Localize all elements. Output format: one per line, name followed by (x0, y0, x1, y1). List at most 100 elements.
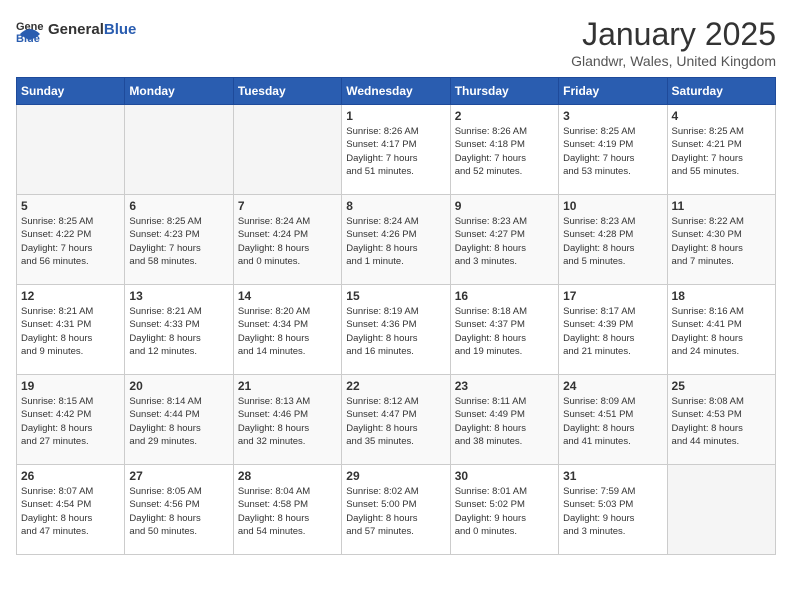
calendar-cell: 9Sunrise: 8:23 AM Sunset: 4:27 PM Daylig… (450, 195, 558, 285)
day-info: Sunrise: 8:21 AM Sunset: 4:33 PM Dayligh… (129, 305, 228, 358)
day-info: Sunrise: 8:25 AM Sunset: 4:21 PM Dayligh… (672, 125, 771, 178)
day-info: Sunrise: 8:14 AM Sunset: 4:44 PM Dayligh… (129, 395, 228, 448)
day-info: Sunrise: 8:26 AM Sunset: 4:18 PM Dayligh… (455, 125, 554, 178)
title-area: January 2025 Glandwr, Wales, United King… (571, 16, 776, 69)
calendar-cell: 22 Sunrise: 8:12 AM Sunset: 4:47 PM Dayli… (342, 375, 450, 465)
day-info: Sunrise: 8:08 AM Sunset: 4:53 PM Dayligh… (672, 395, 771, 448)
calendar-cell: 5 Sunrise: 8:25 AM Sunset: 4:22 PM Daylig… (17, 195, 125, 285)
calendar-cell: 31 Sunrise: 7:59 AM Sunset: 5:03 PM Dayli… (559, 465, 667, 555)
day-number: 23 (455, 379, 554, 393)
calendar-table: SundayMondayTuesdayWednesdayThursdayFrid… (16, 77, 776, 555)
calendar-title: January 2025 (571, 16, 776, 53)
calendar-body: 1 Sunrise: 8:26 AM Sunset: 4:17 PM Daylig… (17, 105, 776, 555)
calendar-cell: 16 Sunrise: 8:18 AM Sunset: 4:37 PM Dayli… (450, 285, 558, 375)
calendar-cell: 19 Sunrise: 8:15 AM Sunset: 4:42 PM Dayli… (17, 375, 125, 465)
day-number: 15 (346, 289, 445, 303)
day-number: 5 (21, 199, 120, 213)
day-number: 6 (129, 199, 228, 213)
weekday-header: Saturday (667, 78, 775, 105)
calendar-cell (233, 105, 341, 195)
calendar-header: SundayMondayTuesdayWednesdayThursdayFrid… (17, 78, 776, 105)
calendar-cell (125, 105, 233, 195)
day-info: Sunrise: 8:24 AM Sunset: 4:26 PM Dayligh… (346, 215, 445, 268)
calendar-cell: 6 Sunrise: 8:25 AM Sunset: 4:23 PM Daylig… (125, 195, 233, 285)
day-number: 4 (672, 109, 771, 123)
day-number: 22 (346, 379, 445, 393)
day-info: Sunrise: 8:26 AM Sunset: 4:17 PM Dayligh… (346, 125, 445, 178)
day-info: Sunrise: 8:09 AM Sunset: 4:51 PM Dayligh… (563, 395, 662, 448)
calendar-cell: 28 Sunrise: 8:04 AM Sunset: 4:58 PM Dayli… (233, 465, 341, 555)
day-info: Sunrise: 8:23 AM Sunset: 4:28 PM Dayligh… (563, 215, 662, 268)
day-number: 17 (563, 289, 662, 303)
calendar-cell (667, 465, 775, 555)
calendar-cell: 26Sunrise: 8:07 AM Sunset: 4:54 PM Dayli… (17, 465, 125, 555)
calendar-subtitle: Glandwr, Wales, United Kingdom (571, 53, 776, 69)
calendar-cell: 10Sunrise: 8:23 AM Sunset: 4:28 PM Dayli… (559, 195, 667, 285)
calendar-cell: 15 Sunrise: 8:19 AM Sunset: 4:36 PM Dayli… (342, 285, 450, 375)
svg-text:Blue: Blue (16, 33, 40, 44)
weekday-header: Tuesday (233, 78, 341, 105)
day-number: 1 (346, 109, 445, 123)
day-number: 30 (455, 469, 554, 483)
calendar-cell: 29Sunrise: 8:02 AM Sunset: 5:00 PM Dayli… (342, 465, 450, 555)
day-info: Sunrise: 8:25 AM Sunset: 4:22 PM Dayligh… (21, 215, 120, 268)
calendar-cell: 2 Sunrise: 8:26 AM Sunset: 4:18 PM Daylig… (450, 105, 558, 195)
weekday-header: Sunday (17, 78, 125, 105)
day-number: 8 (346, 199, 445, 213)
day-info: Sunrise: 8:12 AM Sunset: 4:47 PM Dayligh… (346, 395, 445, 448)
calendar-cell: 20Sunrise: 8:14 AM Sunset: 4:44 PM Dayli… (125, 375, 233, 465)
day-info: Sunrise: 8:19 AM Sunset: 4:36 PM Dayligh… (346, 305, 445, 358)
day-info: Sunrise: 8:13 AM Sunset: 4:46 PM Dayligh… (238, 395, 337, 448)
calendar-cell: 1 Sunrise: 8:26 AM Sunset: 4:17 PM Daylig… (342, 105, 450, 195)
calendar-week-row: 5 Sunrise: 8:25 AM Sunset: 4:22 PM Daylig… (17, 195, 776, 285)
logo-blue-text: Blue (104, 21, 137, 38)
day-number: 28 (238, 469, 337, 483)
calendar-cell: 8 Sunrise: 8:24 AM Sunset: 4:26 PM Daylig… (342, 195, 450, 285)
day-info: Sunrise: 8:04 AM Sunset: 4:58 PM Dayligh… (238, 485, 337, 538)
day-info: Sunrise: 8:21 AM Sunset: 4:31 PM Dayligh… (21, 305, 120, 358)
day-number: 27 (129, 469, 228, 483)
day-info: Sunrise: 8:18 AM Sunset: 4:37 PM Dayligh… (455, 305, 554, 358)
day-info: Sunrise: 8:25 AM Sunset: 4:23 PM Dayligh… (129, 215, 228, 268)
day-number: 29 (346, 469, 445, 483)
logo-general-text: General (48, 21, 104, 38)
calendar-cell: 4 Sunrise: 8:25 AM Sunset: 4:21 PM Daylig… (667, 105, 775, 195)
day-number: 9 (455, 199, 554, 213)
day-info: Sunrise: 7:59 AM Sunset: 5:03 PM Dayligh… (563, 485, 662, 538)
day-number: 14 (238, 289, 337, 303)
day-number: 31 (563, 469, 662, 483)
calendar-cell: 14Sunrise: 8:20 AM Sunset: 4:34 PM Dayli… (233, 285, 341, 375)
day-number: 11 (672, 199, 771, 213)
day-info: Sunrise: 8:15 AM Sunset: 4:42 PM Dayligh… (21, 395, 120, 448)
calendar-cell: 3Sunrise: 8:25 AM Sunset: 4:19 PM Daylig… (559, 105, 667, 195)
day-number: 12 (21, 289, 120, 303)
calendar-cell: 12 Sunrise: 8:21 AM Sunset: 4:31 PM Dayli… (17, 285, 125, 375)
day-info: Sunrise: 8:16 AM Sunset: 4:41 PM Dayligh… (672, 305, 771, 358)
calendar-cell: 23 Sunrise: 8:11 AM Sunset: 4:49 PM Dayli… (450, 375, 558, 465)
weekday-header: Friday (559, 78, 667, 105)
logo-icon: General Blue (16, 16, 44, 44)
day-number: 3 (563, 109, 662, 123)
calendar-week-row: 12 Sunrise: 8:21 AM Sunset: 4:31 PM Dayli… (17, 285, 776, 375)
day-number: 7 (238, 199, 337, 213)
calendar-cell: 13Sunrise: 8:21 AM Sunset: 4:33 PM Dayli… (125, 285, 233, 375)
weekday-header: Monday (125, 78, 233, 105)
calendar-week-row: 19 Sunrise: 8:15 AM Sunset: 4:42 PM Dayli… (17, 375, 776, 465)
weekday-header: Wednesday (342, 78, 450, 105)
calendar-cell: 21Sunrise: 8:13 AM Sunset: 4:46 PM Dayli… (233, 375, 341, 465)
weekday-header: Thursday (450, 78, 558, 105)
calendar-cell: 24Sunrise: 8:09 AM Sunset: 4:51 PM Dayli… (559, 375, 667, 465)
calendar-cell (17, 105, 125, 195)
day-info: Sunrise: 8:11 AM Sunset: 4:49 PM Dayligh… (455, 395, 554, 448)
day-info: Sunrise: 8:24 AM Sunset: 4:24 PM Dayligh… (238, 215, 337, 268)
calendar-week-row: 26Sunrise: 8:07 AM Sunset: 4:54 PM Dayli… (17, 465, 776, 555)
page-header: General Blue GeneralBlue January 2025 Gl… (16, 16, 776, 69)
day-number: 16 (455, 289, 554, 303)
day-number: 19 (21, 379, 120, 393)
calendar-cell: 18Sunrise: 8:16 AM Sunset: 4:41 PM Dayli… (667, 285, 775, 375)
calendar-cell: 25Sunrise: 8:08 AM Sunset: 4:53 PM Dayli… (667, 375, 775, 465)
calendar-cell: 30Sunrise: 8:01 AM Sunset: 5:02 PM Dayli… (450, 465, 558, 555)
calendar-cell: 7 Sunrise: 8:24 AM Sunset: 4:24 PM Daylig… (233, 195, 341, 285)
day-number: 2 (455, 109, 554, 123)
day-info: Sunrise: 8:05 AM Sunset: 4:56 PM Dayligh… (129, 485, 228, 538)
